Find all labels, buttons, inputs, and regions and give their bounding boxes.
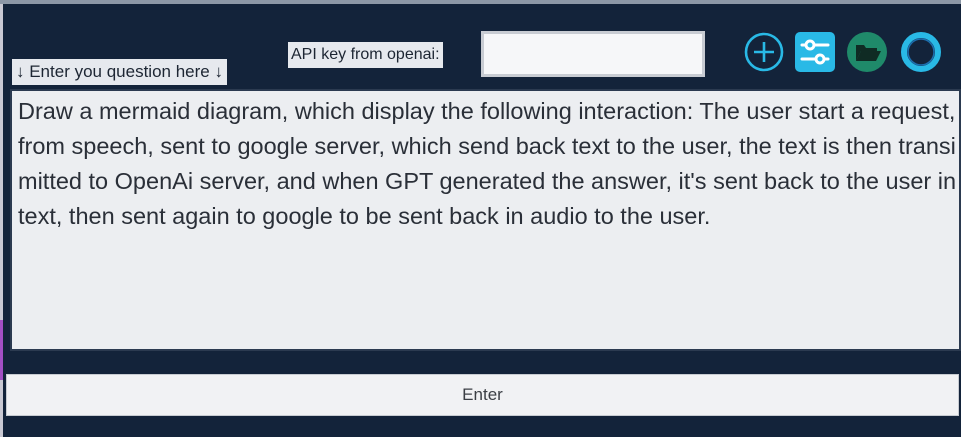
question-label: ↓ Enter you question here ↓ xyxy=(12,59,227,85)
add-button[interactable] xyxy=(743,31,785,73)
settings-button[interactable] xyxy=(794,31,836,73)
enter-button[interactable]: Enter xyxy=(6,374,959,416)
settings-sliders-icon xyxy=(795,32,835,72)
api-key-label: API key from openai: xyxy=(288,42,443,68)
api-key-input[interactable] xyxy=(481,31,705,77)
ring-circle-icon xyxy=(901,32,941,72)
main-window: ↓ Enter you question here ↓ API key from… xyxy=(3,4,961,437)
app-root: ↓ Enter you question here ↓ API key from… xyxy=(0,0,961,437)
question-textarea[interactable]: Draw a mermaid diagram, which display th… xyxy=(10,89,961,351)
ring-button[interactable] xyxy=(900,31,942,73)
folder-open-icon xyxy=(847,32,887,72)
open-folder-button[interactable] xyxy=(846,31,888,73)
add-circle-icon xyxy=(744,32,784,72)
